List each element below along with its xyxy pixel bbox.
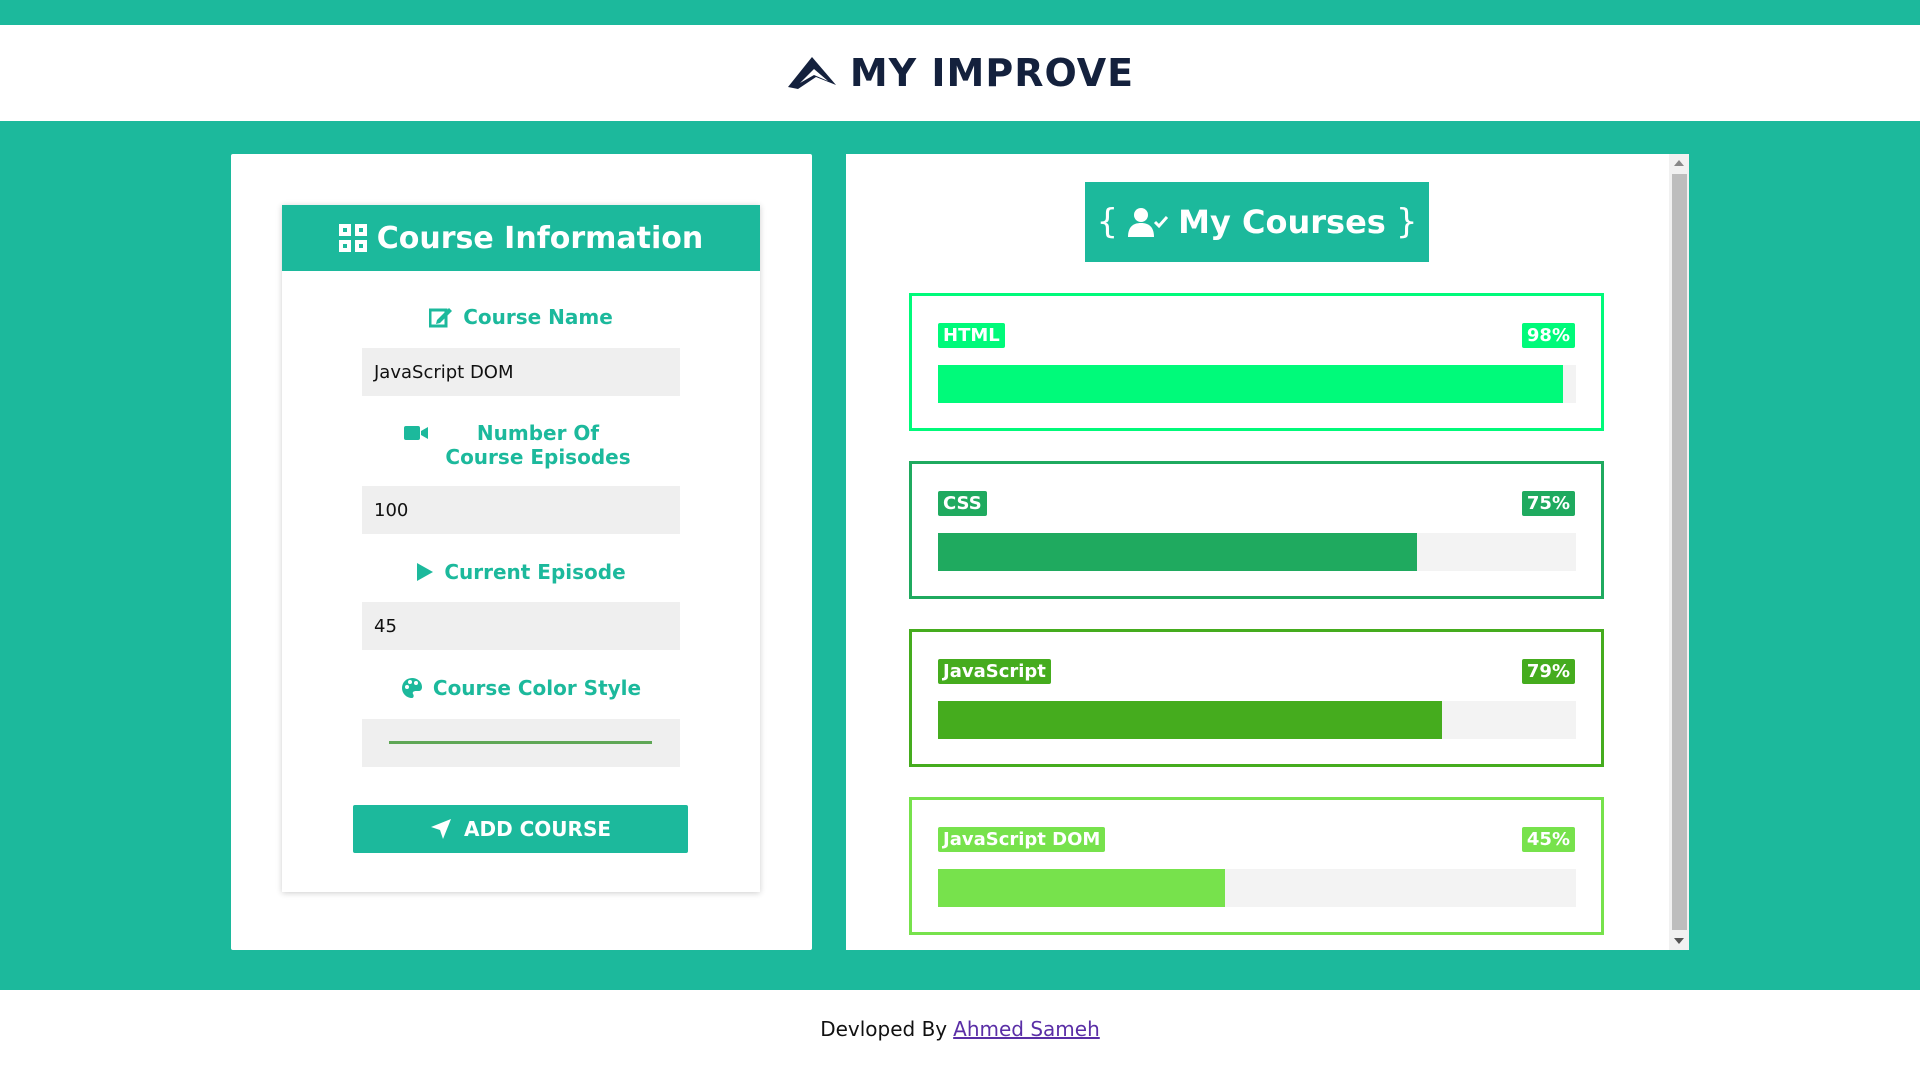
course-percent-badge: 98%: [1521, 323, 1575, 348]
color-style-label: Course Color Style: [282, 676, 760, 700]
progress-track: [938, 533, 1576, 571]
play-icon: [417, 563, 434, 581]
location-arrow-icon: [430, 819, 451, 839]
video-camera-icon: [404, 426, 428, 440]
palette-icon: [401, 678, 422, 698]
course-name-label: Course Name: [282, 305, 760, 329]
course-name-input[interactable]: JavaScript DOM: [362, 348, 680, 396]
color-swatch: [389, 741, 652, 744]
edit-icon: [429, 308, 453, 328]
scrollbar[interactable]: [1669, 154, 1689, 950]
scrollbar-thumb[interactable]: [1672, 174, 1687, 930]
course-name-badge: JavaScript DOM: [938, 827, 1106, 852]
progress-track: [938, 869, 1576, 907]
course-form-panel: Course Information Course Name JavaScrip…: [231, 154, 812, 950]
my-courses-panel: { My Courses } HTML 98% CSS 75% JavaScript 79…: [846, 154, 1689, 950]
course-card: JavaScript DOM 45%: [909, 797, 1604, 935]
current-episode-field-group: Current Episode: [282, 560, 760, 584]
course-percent-badge: 45%: [1521, 827, 1575, 852]
course-name-badge: JavaScript: [938, 659, 1051, 684]
scroll-up-arrow-icon[interactable]: [1674, 160, 1684, 166]
color-style-input[interactable]: [362, 719, 680, 767]
add-course-label: ADD COURSE: [463, 817, 612, 841]
qr-grid-icon: [338, 224, 367, 252]
course-name-field-group: Course Name: [282, 305, 760, 329]
episodes-field-group: Number Of Course Episodes: [282, 421, 760, 469]
logo-text: MY IMPROVE: [849, 51, 1135, 95]
footer-text: Devloped By: [820, 1017, 948, 1041]
course-card: JavaScript 79%: [909, 629, 1604, 767]
close-brace: }: [1395, 202, 1418, 242]
course-percent-badge: 79%: [1521, 659, 1575, 684]
course-card: HTML 98%: [909, 293, 1604, 431]
course-percent-badge: 75%: [1521, 491, 1575, 516]
scroll-down-arrow-icon[interactable]: [1674, 938, 1684, 944]
course-info-card: Course Information Course Name JavaScrip…: [282, 205, 760, 892]
course-info-title: Course Information: [376, 220, 704, 256]
site-header: MY IMPROVE: [0, 25, 1920, 121]
user-check-icon: [1128, 208, 1169, 237]
progress-fill: [938, 701, 1443, 739]
progress-track: [938, 365, 1576, 403]
top-accent-strip: [0, 0, 1920, 25]
my-courses-title: My Courses: [1178, 203, 1386, 241]
add-course-button[interactable]: ADD COURSE: [353, 805, 688, 853]
progress-fill: [938, 869, 1226, 907]
progress-fill: [938, 365, 1564, 403]
current-episode-input[interactable]: 45: [362, 602, 680, 650]
course-info-header: Course Information: [282, 205, 760, 271]
open-brace: {: [1096, 202, 1119, 242]
author-link[interactable]: Ahmed Sameh: [953, 1017, 1100, 1041]
episodes-label: Number Of Course Episodes: [282, 421, 760, 469]
current-episode-label: Current Episode: [282, 560, 760, 584]
paper-plane-logo-icon: [787, 57, 836, 89]
course-name-badge: CSS: [938, 491, 987, 516]
course-card: CSS 75%: [909, 461, 1604, 599]
footer: Devloped By Ahmed Sameh: [0, 990, 1920, 1068]
course-name-badge: HTML: [938, 323, 1005, 348]
progress-track: [938, 701, 1576, 739]
color-style-field-group: Course Color Style: [282, 676, 760, 700]
my-courses-header: { My Courses }: [1085, 182, 1429, 262]
progress-fill: [938, 533, 1417, 571]
logo[interactable]: MY IMPROVE: [786, 51, 1134, 95]
main-area: Course Information Course Name JavaScrip…: [0, 121, 1920, 990]
episodes-input[interactable]: 100: [362, 486, 680, 534]
